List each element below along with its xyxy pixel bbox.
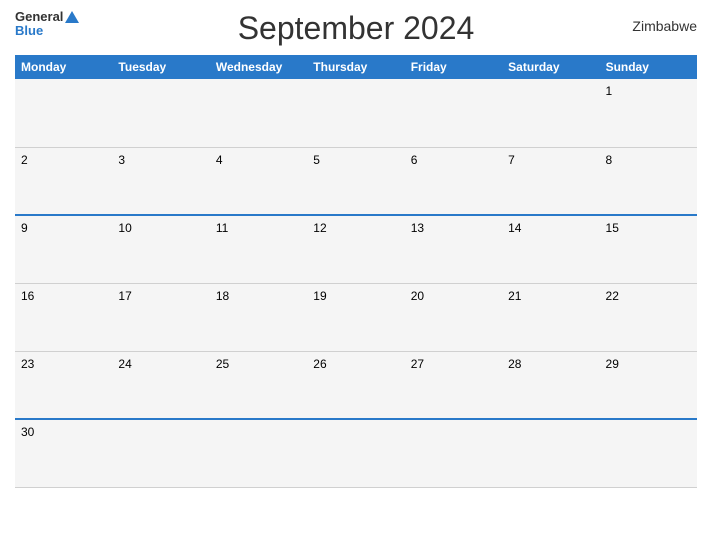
calendar-cell (210, 79, 307, 147)
calendar-cell (405, 419, 502, 487)
day-monday: Monday (15, 55, 112, 79)
calendar-cell (307, 419, 404, 487)
calendar-cell (15, 79, 112, 147)
calendar-cell: 9 (15, 215, 112, 283)
calendar-cell: 19 (307, 283, 404, 351)
day-thursday: Thursday (307, 55, 404, 79)
calendar-cell: 26 (307, 351, 404, 419)
calendar-cell: 7 (502, 147, 599, 215)
calendar-cell: 21 (502, 283, 599, 351)
calendar-cell: 24 (112, 351, 209, 419)
calendar-cell: 17 (112, 283, 209, 351)
calendar-header: General Blue September 2024 Zimbabwe (15, 10, 697, 47)
day-sunday: Sunday (600, 55, 697, 79)
calendar-cell (112, 79, 209, 147)
country-label: Zimbabwe (632, 18, 697, 34)
logo-blue-text: Blue (15, 24, 43, 38)
calendar-cell (502, 79, 599, 147)
calendar-cell: 10 (112, 215, 209, 283)
calendar-cell: 8 (600, 147, 697, 215)
calendar-cell (210, 419, 307, 487)
calendar-cell (502, 419, 599, 487)
logo: General Blue (15, 10, 79, 39)
calendar-cell: 11 (210, 215, 307, 283)
calendar-cell (405, 79, 502, 147)
calendar-cell: 1 (600, 79, 697, 147)
calendar-cell: 3 (112, 147, 209, 215)
calendar-cell: 6 (405, 147, 502, 215)
calendar-cell: 2 (15, 147, 112, 215)
calendar-cell: 27 (405, 351, 502, 419)
calendar-cell: 12 (307, 215, 404, 283)
calendar-cell (600, 419, 697, 487)
calendar-cell (307, 79, 404, 147)
calendar-cell: 22 (600, 283, 697, 351)
calendar-cell: 29 (600, 351, 697, 419)
calendar-grid: 1234567891011121314151617181920212223242… (15, 79, 697, 488)
calendar-cell: 13 (405, 215, 502, 283)
logo-general-text: General (15, 10, 63, 24)
calendar-cell: 18 (210, 283, 307, 351)
calendar-cell: 14 (502, 215, 599, 283)
calendar-cell: 5 (307, 147, 404, 215)
calendar-container: General Blue September 2024 Zimbabwe Mon… (0, 0, 712, 550)
day-wednesday: Wednesday (210, 55, 307, 79)
day-friday: Friday (405, 55, 502, 79)
calendar-cell: 4 (210, 147, 307, 215)
calendar-cell: 30 (15, 419, 112, 487)
calendar-title: September 2024 (238, 10, 475, 47)
calendar-cell: 16 (15, 283, 112, 351)
logo-triangle-icon (65, 11, 79, 23)
day-saturday: Saturday (502, 55, 599, 79)
calendar-cell: 25 (210, 351, 307, 419)
calendar-cell: 20 (405, 283, 502, 351)
days-header: Monday Tuesday Wednesday Thursday Friday… (15, 55, 697, 79)
calendar-cell: 28 (502, 351, 599, 419)
calendar-cell (112, 419, 209, 487)
day-tuesday: Tuesday (112, 55, 209, 79)
calendar-cell: 23 (15, 351, 112, 419)
calendar-cell: 15 (600, 215, 697, 283)
